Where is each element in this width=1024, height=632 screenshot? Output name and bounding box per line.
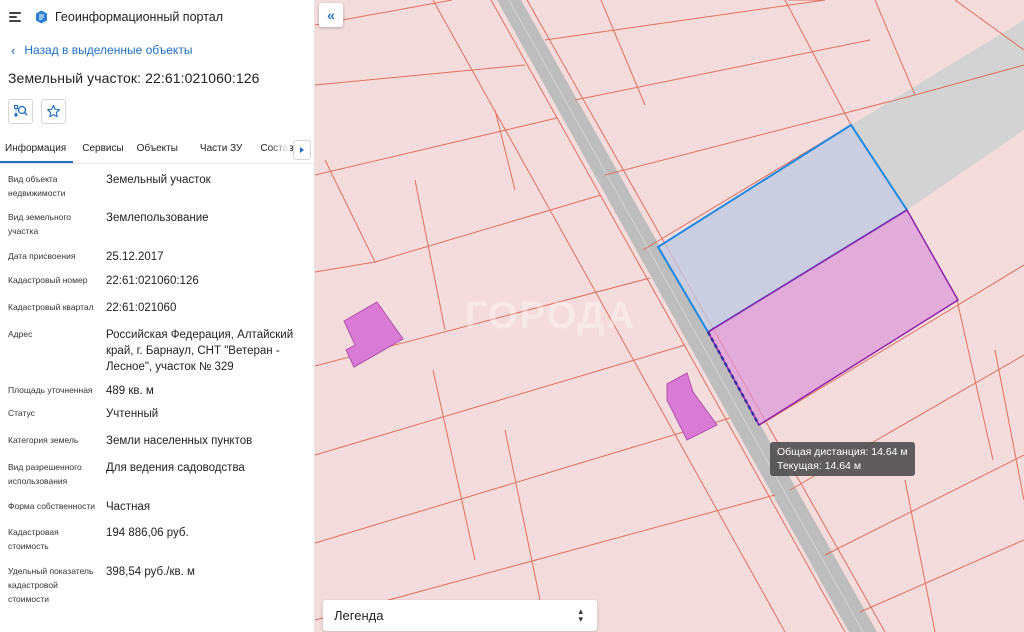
prop-value: 398,54 руб./кв. м <box>106 566 195 578</box>
tabs-fade <box>270 136 290 162</box>
prop-label: Кадастровый квартал <box>8 302 94 312</box>
prop-value: Землепользование <box>106 212 209 224</box>
favorite-button[interactable] <box>41 99 66 124</box>
prop-label: Кадастровая стоимость <box>8 527 59 551</box>
tooltip-total: Общая дистанция: 14.64 м <box>777 446 908 458</box>
back-link[interactable]: ‹ Назад в выделенные объекты <box>0 33 314 67</box>
locate-on-map-button[interactable] <box>8 99 33 124</box>
prop-value: Частная <box>106 501 151 513</box>
tooltip-current: Текущая: 14.64 м <box>777 460 862 472</box>
tab-bar: Информация Сервисы Объекты Части ЗУ Сост… <box>0 136 314 164</box>
prop-value: Земли населенных пунктов <box>106 435 253 447</box>
tab-parts[interactable]: Части ЗУ <box>186 136 250 163</box>
triangle-right-icon <box>300 147 304 153</box>
prop-label: Удельный показатель кадастровой стоимост… <box>8 566 94 604</box>
prop-value: Российская Федерация, Алтайский край, г.… <box>106 329 294 373</box>
logo-icon <box>36 10 47 23</box>
map-canvas[interactable] <box>315 0 1024 632</box>
chevron-left-icon: ‹ <box>11 42 16 58</box>
prop-value: 25.12.2017 <box>106 251 164 263</box>
back-label: Назад в выделенные объекты <box>24 43 193 57</box>
building[interactable] <box>666 372 718 441</box>
watermark: ГОРОДА <box>465 295 637 337</box>
action-toolbar <box>0 99 314 127</box>
legend-toggle[interactable]: Легенда ▴ ▾ <box>323 600 597 631</box>
map-view[interactable]: ГОРОДА « Общая дистанция: 14.64 м Текуща… <box>315 0 1024 632</box>
collapse-sidebar-button[interactable]: « <box>319 3 343 27</box>
prop-value: 22:61:021060 <box>106 302 177 314</box>
building[interactable] <box>343 301 404 368</box>
prop-value: Земельный участок <box>106 174 211 186</box>
prop-label: Адрес <box>8 329 33 339</box>
measure-tooltip: Общая дистанция: 14.64 м Текущая: 14.64 … <box>770 442 915 476</box>
prop-value: 194 886,06 руб. <box>106 527 189 539</box>
app-title: Геоинформационный портал <box>55 9 224 24</box>
prop-value: 489 кв. м <box>106 385 154 397</box>
prop-label: Статус <box>8 408 35 418</box>
prop-label: Дата присвоения <box>8 251 76 261</box>
prop-value: 22:61:021060:126 <box>106 275 199 287</box>
tab-services[interactable]: Сервисы <box>73 136 131 163</box>
prop-label: Вид разрешенного использования <box>8 462 82 486</box>
prop-label: Площадь уточненная <box>8 385 93 395</box>
prop-label: Вид земельного участка <box>8 212 72 236</box>
menu-icon[interactable] <box>9 11 21 22</box>
sidebar: Геоинформационный портал ‹ Назад в выдел… <box>0 0 315 632</box>
prop-label: Вид объекта недвижимости <box>8 174 66 198</box>
prop-label: Категория земель <box>8 435 79 445</box>
tab-info[interactable]: Информация <box>0 136 74 163</box>
prop-value: Учтенный <box>106 408 159 420</box>
star-icon <box>47 104 60 118</box>
tab-objects[interactable]: Объекты <box>132 136 186 163</box>
tabs-scroll-right-button[interactable] <box>293 140 311 160</box>
prop-label: Форма собственности <box>8 501 95 511</box>
top-bar: Геоинформационный портал <box>0 0 314 33</box>
double-chevron-left-icon: « <box>327 7 335 23</box>
prop-value: Для ведения садоводства <box>106 462 245 474</box>
page-title: Земельный участок: 22:61:021060:126 <box>8 70 260 86</box>
map-locate-icon <box>13 104 27 116</box>
sort-arrows-icon: ▴ ▾ <box>578 606 583 624</box>
prop-label: Кадастровый номер <box>8 275 88 285</box>
legend-label: Легенда <box>334 608 384 623</box>
